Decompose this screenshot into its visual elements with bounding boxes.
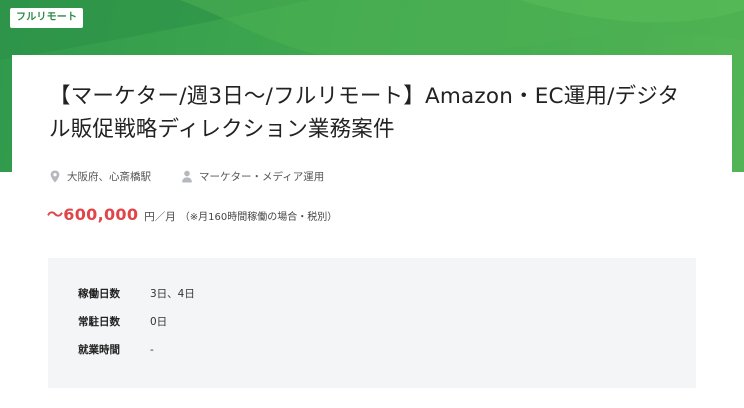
job-detail-page: フルリモート 【マーケター/週3日〜/フルリモート】Amazon・EC運用/デジ… bbox=[0, 0, 744, 408]
work-conditions: 稼働日数 3日、4日 常駐日数 0日 就業時間 - bbox=[48, 258, 696, 388]
condition-label: 常駐日数 bbox=[78, 316, 120, 328]
price: 〜600,000 円／月 （※月160時間稼働の場合・税別） bbox=[47, 201, 337, 225]
full-remote-badge: フルリモート bbox=[10, 8, 84, 28]
person-icon bbox=[182, 170, 192, 183]
condition-label: 稼働日数 bbox=[78, 288, 120, 300]
price-unit: 円／月 bbox=[144, 211, 176, 223]
condition-row-onsite-days: 常駐日数 0日 bbox=[78, 315, 167, 329]
job-card: 【マーケター/週3日〜/フルリモート】Amazon・EC運用/デジタル販促戦略デ… bbox=[12, 55, 732, 408]
location: 大阪府、心斎橋駅 bbox=[49, 169, 151, 184]
map-pin-icon bbox=[50, 169, 60, 183]
location-text: 大阪府、心斎橋駅 bbox=[67, 170, 151, 183]
condition-value: 3日、4日 bbox=[150, 288, 195, 300]
category: マーケター・メディア運用 bbox=[181, 169, 324, 184]
category-text: マーケター・メディア運用 bbox=[199, 170, 325, 183]
job-title: 【マーケター/週3日〜/フルリモート】Amazon・EC運用/デジタル販促戦略デ… bbox=[49, 84, 680, 142]
condition-value: - bbox=[150, 344, 154, 356]
price-note: （※月160時間稼働の場合・税別） bbox=[179, 212, 338, 223]
price-amount: 〜600,000 bbox=[47, 205, 139, 224]
condition-row-work-days: 稼働日数 3日、4日 bbox=[78, 287, 195, 301]
job-meta: 大阪府、心斎橋駅 マーケター・メディア運用 bbox=[49, 168, 324, 184]
condition-label: 就業時間 bbox=[78, 344, 120, 356]
condition-value: 0日 bbox=[150, 316, 168, 328]
condition-row-work-hours: 就業時間 - bbox=[78, 343, 154, 357]
